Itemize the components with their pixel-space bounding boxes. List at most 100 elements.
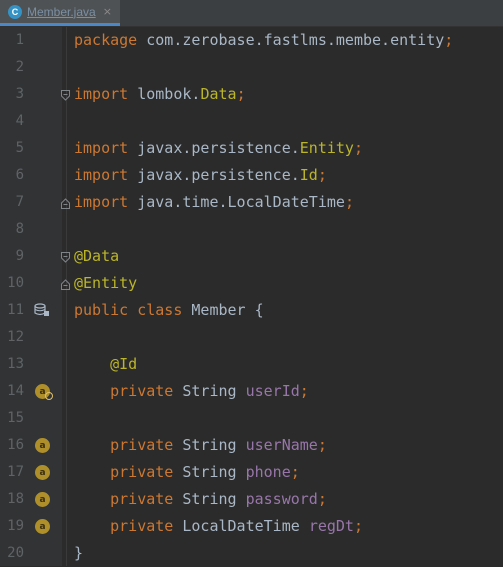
line-number: 6 bbox=[15, 167, 24, 183]
code-line[interactable]: 13 @Id bbox=[0, 351, 503, 378]
java-class-icon: C bbox=[8, 4, 22, 19]
code-token: private bbox=[110, 382, 183, 400]
field-attribute-icon[interactable]: a bbox=[35, 519, 50, 534]
code-line[interactable]: 4 bbox=[0, 108, 503, 135]
code-token: ; bbox=[317, 490, 327, 508]
line-number: 9 bbox=[15, 248, 24, 264]
code-line[interactable]: 19 a private LocalDateTime regDt; bbox=[0, 513, 503, 540]
code-token: ; bbox=[299, 382, 309, 400]
fold-start-icon[interactable] bbox=[61, 252, 70, 263]
code-line[interactable]: 9 @Data bbox=[0, 243, 503, 270]
code-token: @Data bbox=[74, 247, 120, 265]
code-line[interactable]: 16 a private String userName; bbox=[0, 432, 503, 459]
code-text: private String userId; bbox=[74, 378, 309, 405]
tab-member-java[interactable]: C Member.java × bbox=[0, 0, 120, 26]
close-icon[interactable]: × bbox=[103, 5, 112, 18]
line-number: 17 bbox=[7, 464, 24, 480]
code-line[interactable]: 3 import lombok.Data; bbox=[0, 81, 503, 108]
code-token: String bbox=[182, 436, 246, 454]
code-line[interactable]: 1 package com.zerobase.fastlms.membe.enti… bbox=[0, 27, 503, 54]
code-token: import bbox=[74, 193, 138, 211]
line-number: 14 bbox=[7, 383, 24, 399]
code-token: javax.persistence. bbox=[137, 139, 300, 157]
line-number: 15 bbox=[7, 410, 24, 426]
fold-end-icon[interactable] bbox=[61, 198, 70, 209]
code-line[interactable]: 17 a private String phone; bbox=[0, 459, 503, 486]
code-text: @Entity bbox=[74, 270, 137, 297]
code-token: Member { bbox=[191, 301, 264, 319]
code-token: import bbox=[74, 85, 138, 103]
code-line[interactable]: 10 @Entity bbox=[0, 270, 503, 297]
code-line[interactable]: 18 a private String password; bbox=[0, 486, 503, 513]
line-number: 1 bbox=[15, 32, 24, 48]
code-token: String bbox=[182, 382, 246, 400]
field-attribute-icon[interactable]: a bbox=[35, 438, 50, 453]
code-text: private String phone; bbox=[74, 459, 300, 486]
code-token: ; bbox=[444, 31, 454, 49]
code-text: } bbox=[74, 540, 83, 567]
code-line[interactable]: 5 import javax.persistence.Entity; bbox=[0, 135, 503, 162]
code-line[interactable]: 20} bbox=[0, 540, 503, 567]
code-token: java.time.LocalDateTime bbox=[137, 193, 345, 211]
line-number: 11 bbox=[7, 302, 24, 318]
code-text: import lombok.Data; bbox=[74, 81, 246, 108]
code-token: ; bbox=[317, 166, 327, 184]
code-token: regDt bbox=[308, 517, 354, 535]
code-token: public class bbox=[74, 301, 192, 319]
database-entity-icon[interactable] bbox=[34, 303, 50, 317]
code-token: package bbox=[74, 31, 147, 49]
code-token: private bbox=[110, 517, 183, 535]
code-line[interactable]: 2 bbox=[0, 54, 503, 81]
line-number: 8 bbox=[15, 221, 24, 237]
line-number: 20 bbox=[7, 545, 24, 561]
code-token: import bbox=[74, 139, 138, 157]
code-line[interactable]: 6 import javax.persistence.Id; bbox=[0, 162, 503, 189]
code-text: private String password; bbox=[74, 486, 327, 513]
line-number: 5 bbox=[15, 140, 24, 156]
code-text: import javax.persistence.Entity; bbox=[74, 135, 363, 162]
line-number: 19 bbox=[7, 518, 24, 534]
code-token: ; bbox=[317, 436, 327, 454]
line-number: 12 bbox=[7, 329, 24, 345]
code-token: ; bbox=[344, 193, 354, 211]
code-line[interactable]: 15 bbox=[0, 405, 503, 432]
code-token: phone bbox=[245, 463, 291, 481]
code-token: ; bbox=[353, 517, 363, 535]
code-token: LocalDateTime bbox=[182, 517, 309, 535]
code-token: private bbox=[110, 490, 183, 508]
code-token: ; bbox=[353, 139, 363, 157]
code-line[interactable]: 7 import java.time.LocalDateTime; bbox=[0, 189, 503, 216]
code-token: password bbox=[245, 490, 318, 508]
field-attribute-icon[interactable]: a bbox=[35, 465, 50, 480]
line-number: 16 bbox=[7, 437, 24, 453]
code-token: @Entity bbox=[74, 274, 138, 292]
code-token: private bbox=[110, 436, 183, 454]
code-token: com.zerobase.fastlms.membe.entity bbox=[146, 31, 445, 49]
code-text: @Data bbox=[74, 243, 119, 270]
tab-title: Member.java bbox=[27, 4, 96, 19]
code-token: Data bbox=[200, 85, 237, 103]
fold-start-icon[interactable] bbox=[61, 90, 70, 101]
code-token: javax.persistence. bbox=[137, 166, 300, 184]
code-token: Entity bbox=[299, 139, 354, 157]
line-number: 10 bbox=[7, 275, 24, 291]
field-attribute-icon[interactable]: a bbox=[35, 492, 50, 507]
code-line[interactable]: 14 a private String userId; bbox=[0, 378, 503, 405]
fold-end-icon[interactable] bbox=[61, 279, 70, 290]
code-token: String bbox=[182, 463, 246, 481]
code-line[interactable]: 12 bbox=[0, 324, 503, 351]
code-token: lombok. bbox=[137, 85, 201, 103]
code-token: ; bbox=[236, 85, 246, 103]
key-icon bbox=[45, 392, 53, 400]
code-line[interactable]: 11 public class Member { bbox=[0, 297, 503, 324]
code-token: ; bbox=[290, 463, 300, 481]
code-token: Id bbox=[299, 166, 318, 184]
code-line[interactable]: 8 bbox=[0, 216, 503, 243]
code-text: private LocalDateTime regDt; bbox=[74, 513, 363, 540]
code-token: @Id bbox=[110, 355, 138, 373]
